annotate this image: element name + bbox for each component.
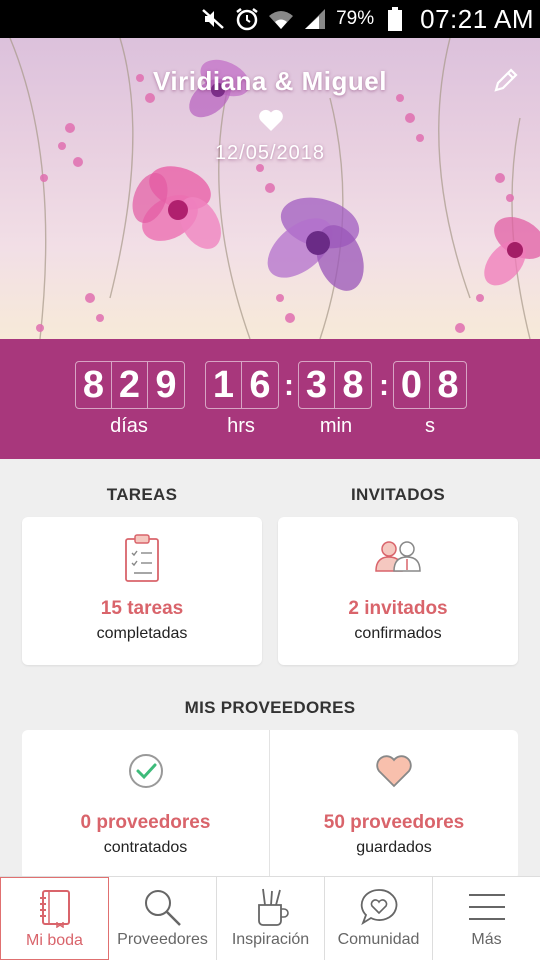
battery-percentage: 79% [336, 8, 375, 29]
menu-icon [468, 894, 505, 920]
countdown-hours: 1 6 [205, 361, 279, 409]
couple-name: Viridiana & Miguel [153, 66, 387, 96]
countdown-digit: 1 [206, 362, 242, 408]
tareas-sub: completadas [96, 625, 188, 642]
nav-comunidad[interactable]: Comunidad [325, 877, 433, 960]
wifi-icon [268, 6, 294, 32]
chat-heart-icon [360, 889, 397, 926]
edit-icon[interactable] [490, 66, 520, 96]
countdown-digit: 8 [342, 363, 364, 406]
status-bar: 79% 07:21 AM [0, 0, 540, 38]
signal-icon [302, 6, 328, 32]
nav-proveedores[interactable]: Proveedores [109, 877, 217, 960]
countdown-colon: : [284, 369, 294, 402]
nav-label: Proveedores [117, 931, 208, 948]
countdown-colon: : [379, 369, 389, 402]
alarm-icon [234, 6, 260, 32]
countdown-days-label: días [110, 415, 148, 437]
invitados-card[interactable]: 2 invitados confirmados [278, 517, 518, 665]
nav-label: Inspiración [231, 931, 310, 948]
nav-label: Comunidad [337, 931, 420, 948]
proveedores-card: 0 proveedores contratados 50 proveedores… [22, 730, 518, 880]
proveedores-title: MIS PROVEEDORES [184, 698, 356, 717]
flower-center [267, 197, 364, 291]
countdown-digit: 2 [112, 362, 148, 408]
nav-mi-boda[interactable]: Mi boda [0, 877, 109, 960]
nav-inspiracion[interactable]: Inspiración [217, 877, 325, 960]
mute-icon [200, 6, 226, 32]
contratados-count: 0 proveedores [80, 812, 211, 833]
countdown-digit: 8 [437, 363, 459, 406]
countdown-hours-label: hrs [227, 415, 255, 437]
flower-right [484, 217, 540, 286]
countdown-seconds: 0 8 [393, 361, 467, 409]
check-circle-icon [129, 754, 163, 788]
proveedores-guardados[interactable]: 50 proveedores guardados [270, 730, 518, 880]
battery-icon [382, 6, 408, 32]
countdown-panel: 8 2 9 1 6 : 3 8 : 0 8 días hrs min s [0, 339, 540, 459]
wedding-header: Viridiana & Miguel 12/05/2018 [0, 38, 540, 339]
guests-icon [375, 541, 421, 572]
countdown-digit: 9 [155, 363, 177, 406]
guardados-sub: guardados [356, 839, 432, 856]
guardados-count: 50 proveedores [323, 812, 465, 833]
invitados-sub: confirmados [354, 625, 442, 642]
invitados-title: INVITADOS [350, 485, 445, 504]
nav-mas[interactable]: Más [433, 877, 540, 960]
wedding-date: 12/05/2018 [214, 142, 326, 164]
search-icon [144, 890, 181, 926]
bottom-nav: Mi boda Proveedores Inspiración Comunida… [0, 876, 540, 960]
contratados-sub: contratados [103, 839, 188, 856]
countdown-digit: 0 [394, 362, 430, 408]
notebook-icon [39, 890, 70, 928]
checklist-icon [125, 534, 159, 582]
countdown-days: 8 2 9 [75, 361, 185, 409]
tareas-card[interactable]: 15 tareas completadas [22, 517, 262, 665]
countdown-digit: 6 [249, 363, 271, 406]
invitados-count: 2 invitados [348, 598, 448, 619]
countdown-digit: 3 [299, 362, 335, 408]
countdown-digit: 8 [76, 362, 112, 408]
countdown-minutes: 3 8 [298, 361, 372, 409]
heart-outline-icon [376, 755, 412, 788]
proveedores-contratados[interactable]: 0 proveedores contratados [22, 730, 269, 880]
tareas-count: 15 tareas [100, 598, 184, 619]
brush-cup-icon [257, 888, 289, 926]
nav-label: Mi boda [26, 932, 83, 949]
nav-label: Más [471, 931, 502, 948]
clock: 07:21 AM [420, 3, 534, 34]
tareas-title: TAREAS [106, 485, 178, 504]
flower-left [132, 166, 221, 249]
countdown-minutes-label: min [319, 415, 353, 437]
countdown-seconds-label: s [425, 415, 435, 437]
heart-icon [259, 109, 283, 131]
